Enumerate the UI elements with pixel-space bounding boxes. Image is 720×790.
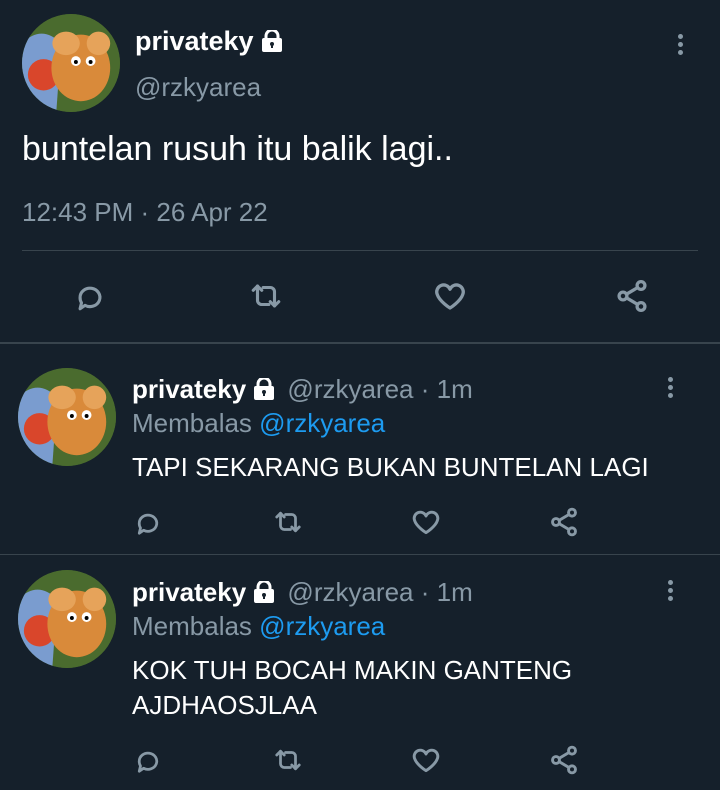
lock-icon bbox=[252, 579, 276, 610]
replying-to-link[interactable]: @rzkyarea bbox=[259, 611, 385, 641]
more-icon[interactable] bbox=[660, 577, 680, 607]
retweet-button[interactable] bbox=[268, 502, 308, 542]
display-name-text: privateky bbox=[135, 26, 254, 56]
reply-button[interactable] bbox=[70, 276, 110, 316]
reply-text: TAPI SEKARANG BUKAN BUNTELAN LAGI bbox=[132, 452, 649, 482]
like-button[interactable] bbox=[430, 276, 470, 316]
handle[interactable]: @rzkyarea bbox=[287, 577, 413, 607]
replying-to: Membalas @rzkyarea bbox=[132, 408, 385, 439]
reply-icon bbox=[137, 751, 159, 773]
divider bbox=[0, 342, 720, 344]
reply-text-line2: AJDHAOSJLAA bbox=[132, 690, 317, 720]
retweet-button[interactable] bbox=[268, 740, 308, 780]
like-button[interactable] bbox=[406, 502, 446, 542]
reply-button[interactable] bbox=[128, 740, 168, 780]
share-icon bbox=[617, 279, 647, 313]
display-name[interactable]: privateky bbox=[135, 26, 284, 59]
reply-button[interactable] bbox=[128, 502, 168, 542]
avatar[interactable] bbox=[22, 14, 120, 112]
share-icon bbox=[551, 507, 577, 537]
avatar[interactable] bbox=[18, 368, 116, 466]
like-button[interactable] bbox=[406, 740, 446, 780]
lock-icon bbox=[252, 376, 276, 407]
more-icon[interactable] bbox=[660, 374, 680, 404]
retweet-icon bbox=[275, 749, 301, 771]
like-icon bbox=[412, 510, 440, 535]
replying-prefix: Membalas bbox=[132, 408, 252, 438]
replying-to-link[interactable]: @rzkyarea bbox=[259, 408, 385, 438]
divider bbox=[0, 554, 720, 555]
timestamp[interactable]: 12:43 PM · 26 Apr 22 bbox=[22, 197, 268, 228]
replying-prefix: Membalas bbox=[132, 611, 252, 641]
share-button[interactable] bbox=[544, 502, 584, 542]
reply-icon bbox=[137, 513, 159, 535]
like-icon bbox=[435, 283, 465, 310]
retweet-icon bbox=[275, 511, 301, 533]
more-icon[interactable] bbox=[670, 31, 690, 61]
share-button[interactable] bbox=[612, 276, 652, 316]
handle[interactable]: @rzkyarea bbox=[135, 72, 261, 103]
share-icon bbox=[551, 745, 577, 775]
tweet-text: buntelan rusuh itu balik lagi.. bbox=[22, 130, 453, 168]
divider bbox=[22, 250, 698, 251]
reply-header: privateky @rzkyarea · 1m bbox=[132, 577, 473, 610]
replying-to: Membalas @rzkyarea bbox=[132, 611, 385, 642]
lock-icon bbox=[260, 28, 284, 59]
reply-icon bbox=[78, 286, 102, 311]
display-name[interactable]: privateky bbox=[132, 577, 246, 607]
share-button[interactable] bbox=[544, 740, 584, 780]
reply-time: · 1m bbox=[420, 374, 473, 404]
avatar[interactable] bbox=[18, 570, 116, 668]
display-name[interactable]: privateky bbox=[132, 374, 246, 404]
reply-text-line1: KOK TUH BOCAH MAKIN GANTENG bbox=[132, 655, 573, 685]
like-icon bbox=[412, 748, 440, 773]
retweet-icon bbox=[251, 284, 281, 308]
reply-time: · 1m bbox=[420, 577, 473, 607]
handle[interactable]: @rzkyarea bbox=[287, 374, 413, 404]
retweet-button[interactable] bbox=[246, 276, 286, 316]
reply-header: privateky @rzkyarea · 1m bbox=[132, 374, 473, 407]
